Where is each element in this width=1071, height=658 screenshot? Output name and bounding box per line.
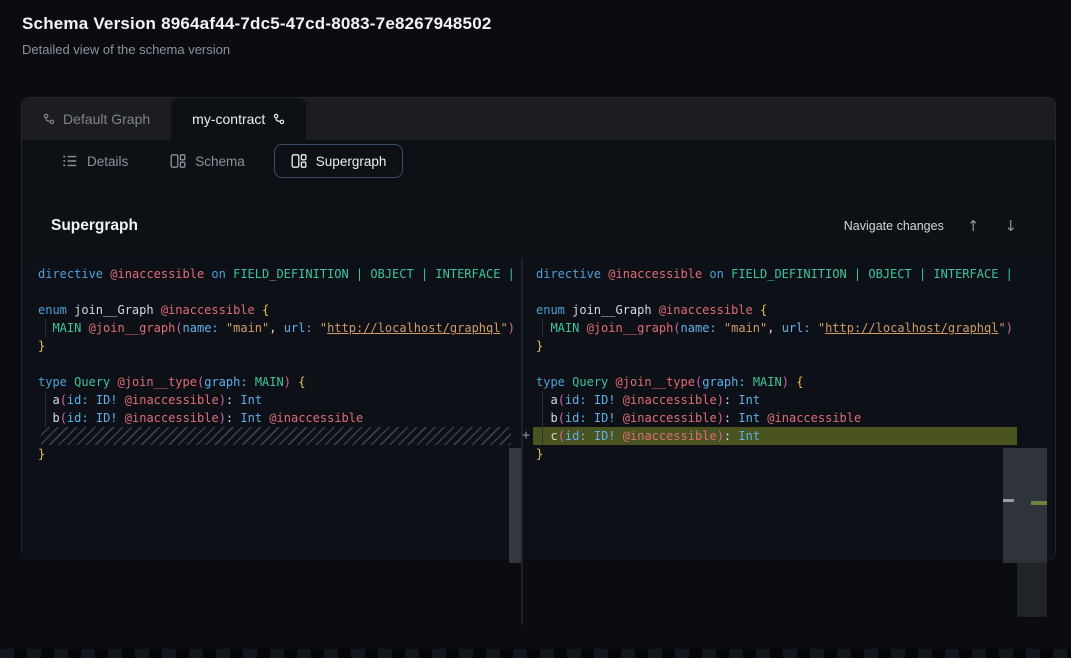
code-line: enum join__Graph @inaccessible { [523, 301, 1055, 319]
tab-schema[interactable]: Schema [157, 144, 258, 178]
tab-details[interactable]: Details [49, 144, 141, 178]
branch-icon [273, 113, 285, 125]
added-code-line: c(id: ID! @inaccessible): Int [533, 427, 1017, 445]
code-line: b(id: ID! @inaccessible): Int @inaccessi… [523, 409, 1055, 427]
supergraph-heading: Supergraph [51, 217, 138, 235]
code-line: a(id: ID! @inaccessible): Int [523, 391, 1055, 409]
code-line [22, 355, 522, 373]
code-line: MAIN @join__graph(name: "main", url: "ht… [523, 319, 1055, 337]
code-line: a(id: ID! @inaccessible): Int [22, 391, 522, 409]
next-change-button[interactable]: ↓ [1002, 219, 1019, 234]
indent-guide [542, 427, 543, 445]
diff-pane-modified[interactable]: directive @inaccessible on FIELD_DEFINIT… [523, 259, 1055, 560]
code-line: } [523, 445, 1055, 463]
code-line: directive @inaccessible on FIELD_DEFINIT… [22, 265, 522, 283]
navigate-changes-label: Navigate changes [844, 219, 944, 233]
schema-diff-editor: directive @inaccessible on FIELD_DEFINIT… [22, 259, 1055, 560]
code-line: } [523, 337, 1055, 355]
panels-icon [291, 153, 307, 169]
code-line: type Query @join__type(graph: MAIN) { [22, 373, 522, 391]
subtab-label: Schema [195, 154, 245, 169]
panels-icon [170, 153, 186, 169]
code-line [523, 355, 1055, 373]
code-line [523, 283, 1055, 301]
bottom-dashed-scroll-track [0, 649, 1071, 658]
page-title: Schema Version 8964af44-7dc5-47cd-8083-7… [22, 14, 492, 34]
previous-change-button[interactable]: ↑ [965, 219, 982, 234]
overview-ruler-added-mark [1031, 501, 1047, 505]
code-line [22, 283, 522, 301]
deleted-placeholder-line [41, 427, 511, 445]
overview-ruler-change-mark [1003, 499, 1014, 502]
left-pane-scrollbar-thumb[interactable] [509, 448, 521, 563]
schema-version-card: Default Graph my-contract [21, 97, 1056, 560]
indent-guide [45, 391, 46, 409]
view-tab-bar: Details Schema Supergraph [22, 142, 1055, 180]
code-line: enum join__Graph @inaccessible { [22, 301, 522, 319]
subtab-label: Details [87, 154, 128, 169]
code-line: type Query @join__type(graph: MAIN) { [523, 373, 1055, 391]
navigate-changes-controls: Navigate changes ↑ ↓ [844, 219, 1019, 234]
code-line: b(id: ID! @inaccessible): Int @inaccessi… [22, 409, 522, 427]
indent-guide [45, 319, 46, 337]
page-header: Schema Version 8964af44-7dc5-47cd-8083-7… [22, 14, 492, 57]
code-line: } [22, 337, 522, 355]
tab-my-contract[interactable]: my-contract [171, 98, 306, 140]
tab-label: Default Graph [63, 111, 150, 127]
list-icon [62, 153, 78, 169]
subtab-label: Supergraph [316, 154, 387, 169]
page-subtitle: Detailed view of the schema version [22, 42, 492, 57]
tab-default-graph[interactable]: Default Graph [22, 98, 171, 140]
code-line: } [22, 445, 522, 463]
indent-guide [542, 409, 543, 427]
indent-guide [542, 391, 543, 409]
code-line: directive @inaccessible on FIELD_DEFINIT… [523, 265, 1055, 283]
right-pane-overview-slider[interactable] [1003, 448, 1047, 563]
supergraph-panel-header: Supergraph Navigate changes ↑ ↓ [22, 180, 1055, 235]
right-pane-overview-slider-tail [1017, 563, 1047, 617]
added-line-plus-marker: + [518, 426, 534, 444]
diff-pane-original[interactable]: directive @inaccessible on FIELD_DEFINIT… [22, 259, 522, 560]
branch-icon [43, 113, 55, 125]
indent-guide [542, 319, 543, 337]
tab-supergraph[interactable]: Supergraph [274, 144, 404, 178]
tab-label: my-contract [192, 111, 265, 127]
variant-tab-bar: Default Graph my-contract [22, 98, 1055, 140]
indent-guide [45, 409, 46, 427]
code-line: MAIN @join__graph(name: "main", url: "ht… [22, 319, 522, 337]
